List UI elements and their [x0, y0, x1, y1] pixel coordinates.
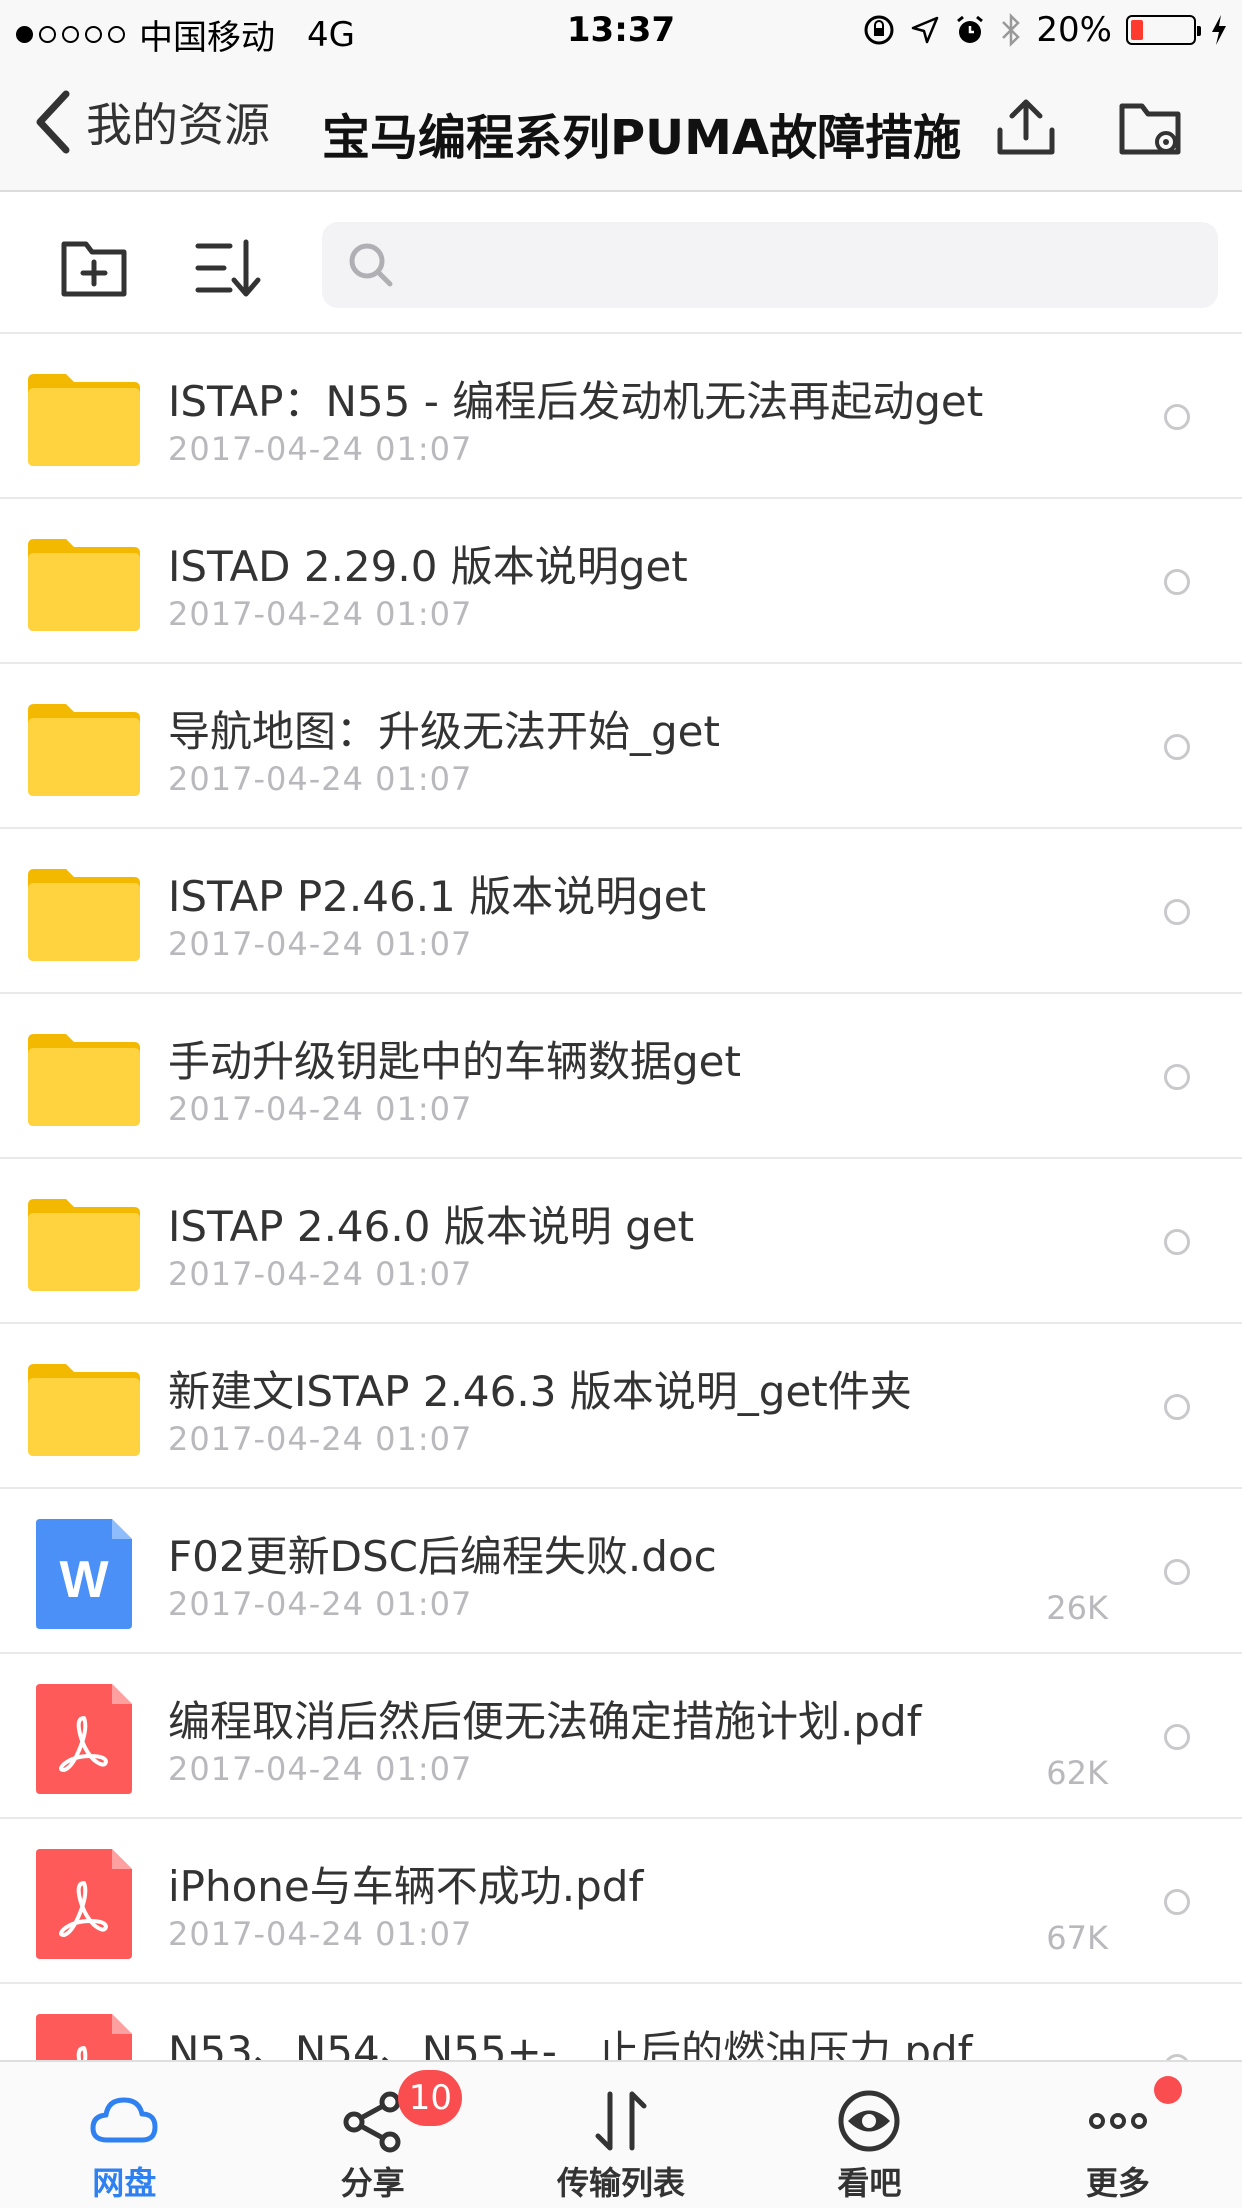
file-name: iPhone与车辆不成功.pdf: [168, 1862, 644, 1911]
select-radio[interactable]: [1164, 569, 1190, 595]
folder-icon: [28, 1364, 140, 1456]
tab-label: 更多: [1085, 2164, 1150, 2202]
new-folder-icon[interactable]: [58, 232, 130, 304]
file-row[interactable]: ISTAP P2.46.1 版本说明get 2017-04-24 01:07: [0, 829, 1242, 994]
folder-settings-icon[interactable]: [1116, 94, 1184, 162]
tab-label: 分享: [340, 2164, 405, 2202]
bluetooth-icon: [1002, 12, 1021, 48]
share-icon: [343, 2091, 401, 2153]
pdf-icon: [36, 1849, 132, 1959]
page-title: 宝马编程系列PUMA故障措施: [322, 110, 962, 166]
search-bar[interactable]: [322, 222, 1218, 308]
select-radio[interactable]: [1164, 1889, 1190, 1915]
file-row[interactable]: N53、N54、N55+-...止后的燃油压力.pdf 2017-04-24 0…: [0, 1984, 1242, 2060]
select-radio[interactable]: [1164, 1229, 1190, 1255]
file-row[interactable]: 手动升级钥匙中的车辆数据get 2017-04-24 01:07: [0, 994, 1242, 1159]
tab-eye[interactable]: 看吧: [745, 2062, 993, 2208]
file-name: N53、N54、N55+-...止后的燃油压力.pdf: [168, 2027, 973, 2060]
file-row[interactable]: W F02更新DSC后编程失败.doc 2017-04-24 01:07 26K: [0, 1489, 1242, 1654]
battery-icon: [1126, 15, 1201, 45]
folder-icon: [28, 869, 140, 961]
file-name: 新建文ISTAP 2.46.3 版本说明_get件夹: [168, 1367, 912, 1416]
file-list: ISTAP：N55 - 编程后发动机无法再起动get 2017-04-24 01…: [0, 334, 1242, 2060]
file-name: ISTAP：N55 - 编程后发动机无法再起动get: [168, 377, 984, 426]
file-date: 2017-04-24 01:07: [168, 760, 473, 798]
select-radio[interactable]: [1164, 1724, 1190, 1750]
tab-label: 传输列表: [557, 2164, 686, 2202]
folder-icon: [28, 1199, 140, 1291]
file-row[interactable]: ISTAP 2.46.0 版本说明 get 2017-04-24 01:07: [0, 1159, 1242, 1324]
notification-badge: 10: [398, 2070, 463, 2126]
tab-bar: 网盘 分享 10 传输列表 看吧 更多: [0, 2060, 1242, 2208]
select-radio[interactable]: [1164, 1394, 1190, 1420]
tab-more[interactable]: 更多: [994, 2062, 1242, 2208]
folder-icon: [28, 539, 140, 631]
svg-text:W: W: [59, 1551, 109, 1609]
eye-icon: [838, 2090, 900, 2152]
select-radio[interactable]: [1164, 404, 1190, 430]
select-radio[interactable]: [1164, 1064, 1190, 1090]
file-date: 2017-04-24 01:07: [168, 430, 473, 468]
file-date: 2017-04-24 01:07: [168, 1420, 473, 1458]
file-name: 导航地图：升级无法开始_get: [168, 707, 720, 756]
folder-icon: [28, 704, 140, 796]
location-icon: [912, 16, 939, 44]
battery-percent: 20%: [1036, 10, 1112, 50]
back-button[interactable]: 我的资源: [32, 88, 270, 156]
notification-dot: [1153, 2076, 1182, 2104]
file-name: ISTAP 2.46.0 版本说明 get: [168, 1202, 695, 1251]
chevron-left-icon: [36, 90, 70, 154]
rotation-lock-icon: [864, 15, 894, 45]
file-row[interactable]: ISTAP：N55 - 编程后发动机无法再起动get 2017-04-24 01…: [0, 334, 1242, 499]
file-name: 手动升级钥匙中的车辆数据get: [168, 1037, 741, 1086]
folder-icon: [28, 374, 140, 466]
tab-share[interactable]: 分享 10: [248, 2062, 496, 2208]
pdf-icon: [36, 1684, 132, 1794]
file-row[interactable]: 导航地图：升级无法开始_get 2017-04-24 01:07: [0, 664, 1242, 829]
word-doc-icon: W: [36, 1519, 132, 1629]
file-row[interactable]: ISTAD 2.29.0 版本说明get 2017-04-24 01:07: [0, 499, 1242, 664]
transfer-icon: [595, 2091, 647, 2151]
search-input[interactable]: [414, 244, 1194, 286]
select-radio[interactable]: [1164, 1559, 1190, 1585]
file-name: ISTAP P2.46.1 版本说明get: [168, 872, 707, 921]
sort-icon[interactable]: [194, 232, 266, 304]
cloud-icon: [90, 2097, 158, 2143]
tab-label: 网盘: [92, 2164, 157, 2202]
search-icon: [349, 243, 393, 287]
file-date: 2017-04-24 01:07: [168, 595, 473, 633]
file-date: 2017-04-24 01:07: [168, 1750, 473, 1788]
tab-label: 看吧: [837, 2164, 902, 2202]
pdf-icon: [36, 2014, 132, 2060]
file-size: 62K: [1046, 1754, 1108, 1792]
file-date: 2017-04-24 01:07: [168, 925, 473, 963]
status-right: 20%: [862, 10, 1228, 50]
file-name: F02更新DSC后编程失败.doc: [168, 1532, 717, 1581]
nav-actions: [992, 94, 1184, 162]
file-size: 67K: [1046, 1919, 1108, 1957]
file-row[interactable]: 新建文ISTAP 2.46.3 版本说明_get件夹 2017-04-24 01…: [0, 1324, 1242, 1489]
file-date: 2017-04-24 01:07: [168, 1090, 473, 1128]
file-row[interactable]: 编程取消后然后便无法确定措施计划.pdf 2017-04-24 01:07 62…: [0, 1654, 1242, 1819]
file-name: 编程取消后然后便无法确定措施计划.pdf: [168, 1697, 922, 1746]
alarm-icon: [957, 15, 984, 43]
file-row[interactable]: iPhone与车辆不成功.pdf 2017-04-24 01:07 67K: [0, 1819, 1242, 1984]
select-radio[interactable]: [1164, 899, 1190, 925]
back-label: 我的资源: [86, 98, 270, 152]
file-date: 2017-04-24 01:07: [168, 1255, 473, 1293]
file-date: 2017-04-24 01:07: [168, 1915, 473, 1953]
file-name: ISTAD 2.29.0 版本说明get: [168, 542, 688, 591]
charging-bolt-icon: [1212, 15, 1226, 45]
file-date: 2017-04-24 01:07: [168, 1585, 473, 1623]
status-bar: 中国移动 4G 13:37 20%: [0, 0, 1242, 62]
navigation-bar: 我的资源 宝马编程系列PUMA故障措施: [0, 62, 1242, 192]
select-radio[interactable]: [1164, 734, 1190, 760]
upload-icon[interactable]: [992, 94, 1060, 162]
folder-icon: [28, 1034, 140, 1126]
more-icon: [1088, 2113, 1147, 2129]
tab-cloud[interactable]: 网盘: [0, 2062, 248, 2208]
file-toolbar: [0, 192, 1242, 334]
tab-transfer[interactable]: 传输列表: [497, 2062, 745, 2208]
file-size: 26K: [1046, 1589, 1108, 1627]
